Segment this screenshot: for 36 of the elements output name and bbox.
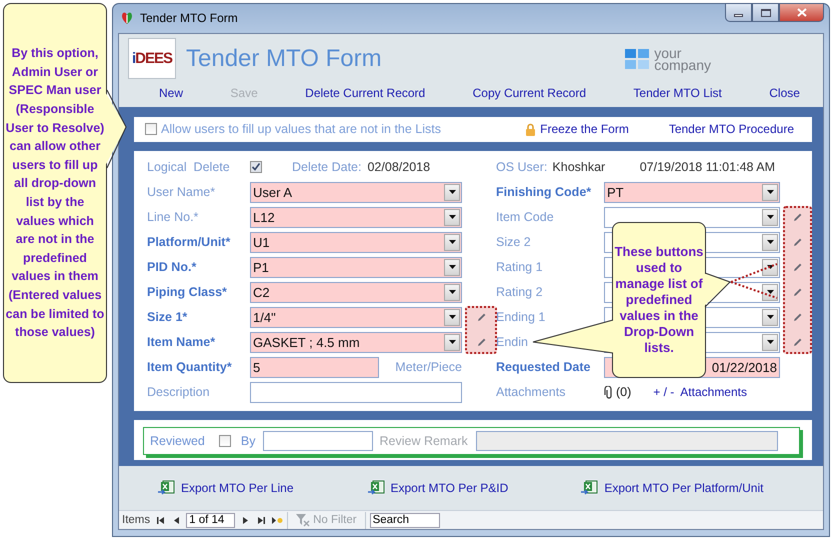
field-label: Reviewed xyxy=(150,434,205,448)
logo: iDEES xyxy=(128,38,176,79)
field-label: Rating 1 xyxy=(496,260,543,274)
field-label: Review Remark xyxy=(379,434,468,448)
unit-label: Meter/Piece xyxy=(395,360,462,374)
timestamp: 07/19/2018 11:01:48 AM xyxy=(640,160,775,174)
field-label: Endin xyxy=(496,335,528,350)
callout-tooltip: These buttons used to manage list of predefined values in the Drop-Down lists. xyxy=(612,222,706,378)
field-label: Item Name* xyxy=(147,335,216,350)
field-label: Ending 1 xyxy=(496,310,546,324)
field-label: Item Quantity* xyxy=(147,360,232,374)
checkbox-label: Allow users to fill up values that are not in the Lists xyxy=(161,122,442,136)
delete-date: 02/08/2018 xyxy=(367,160,430,174)
field-label: Finishing Code* xyxy=(496,185,592,200)
window-title: Tender MTO Form xyxy=(140,10,238,24)
field-label: By xyxy=(240,434,256,448)
form-title: Tender MTO Form xyxy=(186,44,382,72)
field-label: Requested Date xyxy=(496,360,590,374)
field-label: Item Code xyxy=(496,210,554,224)
navigation-label: Items xyxy=(122,514,150,526)
company-name: your company xyxy=(654,46,711,70)
field-label: OS User: xyxy=(496,160,548,174)
os-user: Khoshkar xyxy=(552,160,606,174)
field-label: Description xyxy=(147,385,210,400)
field-label: Attachments xyxy=(496,385,566,400)
field-label: Piping Class* xyxy=(147,285,227,300)
field-label: Rating 2 xyxy=(496,285,543,300)
field-label: Platform/Unit* xyxy=(147,235,230,250)
field-label: Line No.* xyxy=(147,210,198,224)
attachment-count: (0) xyxy=(616,385,632,400)
field-label: Size 2 xyxy=(496,235,531,250)
field-label: Size 1* xyxy=(147,310,188,324)
field-label: Logical Delete xyxy=(147,160,231,174)
field-label: User Name* xyxy=(147,185,216,200)
field-label: PID No.* xyxy=(147,260,196,274)
field-label: Delete Date: xyxy=(292,160,362,174)
